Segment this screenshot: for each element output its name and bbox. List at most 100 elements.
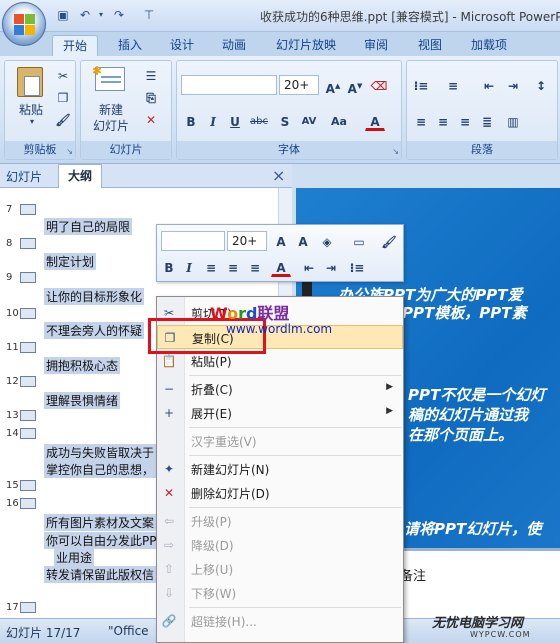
new-slide-label-2[interactable]: 幻灯片: [85, 117, 137, 134]
menu-item-reconvert[interactable]: 汉字重选(V): [157, 429, 403, 453]
mini-format-painter-icon[interactable]: 🖌: [379, 231, 399, 251]
paste-button[interactable]: 粘贴: [11, 101, 51, 118]
shrink-font-icon[interactable]: A▼: [345, 75, 365, 96]
paste-icon[interactable]: [17, 67, 43, 97]
outline-line[interactable]: 成功与失败皆取决于: [44, 444, 157, 461]
menu-item-demote[interactable]: ⇨ 降级(D): [157, 533, 403, 557]
mini-font-name-combo[interactable]: [161, 231, 225, 251]
mini-align-left-icon[interactable]: ≡: [201, 257, 221, 277]
mini-align-center-icon[interactable]: ≡: [223, 257, 243, 277]
menu-item-move-down[interactable]: ⇩ 下移(W): [157, 581, 403, 605]
tab-outline-pane[interactable]: 大纲: [58, 164, 102, 188]
redo-icon[interactable]: ↷: [110, 7, 128, 23]
paste-dropdown-icon[interactable]: ▾: [27, 117, 37, 126]
slide-icon[interactable]: [20, 480, 36, 491]
office-button[interactable]: [2, 2, 46, 46]
clipboard-launcher-icon[interactable]: ↘: [66, 147, 73, 156]
slide-icon[interactable]: [20, 498, 36, 509]
underline-icon[interactable]: U: [225, 111, 245, 131]
columns-icon[interactable]: ▥: [503, 111, 523, 131]
save-icon[interactable]: ▣: [54, 7, 72, 23]
menu-item-new-slide[interactable]: ✦ 新建幻灯片(N): [157, 457, 403, 481]
mini-font-color-icon[interactable]: A: [271, 257, 291, 277]
new-slide-icon[interactable]: ✱: [92, 64, 125, 91]
close-pane-icon[interactable]: ×: [272, 166, 285, 185]
menu-item-expand[interactable]: + 展开(E) ▶: [157, 401, 403, 425]
mini-line-color-icon[interactable]: ▭: [349, 231, 369, 251]
outline-line[interactable]: 业用途: [54, 549, 95, 566]
italic-icon[interactable]: I: [203, 111, 223, 131]
menu-item-promote[interactable]: ⇦ 升级(P): [157, 509, 403, 533]
slide-icon[interactable]: [20, 410, 36, 421]
copy-icon[interactable]: ❐: [53, 87, 73, 107]
font-launcher-icon[interactable]: ↘: [392, 147, 399, 156]
increase-indent-icon[interactable]: ⇥: [503, 75, 523, 95]
justify-icon[interactable]: ≣: [477, 111, 497, 131]
shadow-icon[interactable]: S: [275, 111, 295, 131]
tab-addins[interactable]: 加载项: [462, 35, 516, 56]
tab-insert[interactable]: 插入: [110, 35, 150, 56]
slide-icon[interactable]: [20, 376, 36, 387]
outline-line[interactable]: 转发请保留此版权信: [44, 566, 157, 583]
grow-font-icon[interactable]: A▲: [323, 75, 343, 96]
outline-line[interactable]: 不理会旁人的怀疑: [44, 322, 145, 339]
line-spacing-icon[interactable]: ↕: [531, 75, 551, 95]
tab-home[interactable]: 开始: [52, 35, 98, 56]
reset-slide-icon[interactable]: ⎘: [141, 87, 161, 107]
bold-icon[interactable]: B: [181, 111, 201, 131]
tab-slides-pane[interactable]: 幻灯片: [6, 168, 42, 185]
mini-italic-icon[interactable]: I: [179, 257, 199, 277]
align-left-icon[interactable]: ≡: [411, 111, 431, 131]
layout-icon[interactable]: ☰: [141, 65, 161, 85]
mini-decrease-indent-icon[interactable]: ⇤: [299, 257, 319, 277]
outline-line[interactable]: 拥抱积极心态: [44, 357, 121, 374]
menu-item-delete-slide[interactable]: ✕ 删除幻灯片(D): [157, 481, 403, 505]
align-center-icon[interactable]: ≡: [433, 111, 453, 131]
font-size-combo[interactable]: 20+: [279, 75, 319, 95]
cut-icon[interactable]: ✂: [53, 65, 73, 85]
outline-line[interactable]: 制定计划: [44, 253, 97, 270]
slide-icon[interactable]: [20, 272, 36, 283]
outline-line[interactable]: 你可以自由分发此PP: [44, 532, 159, 549]
slide-icon[interactable]: [20, 602, 36, 613]
numbering-icon[interactable]: ≡: [443, 75, 463, 95]
font-color-icon[interactable]: A: [365, 111, 385, 131]
align-right-icon[interactable]: ≡: [455, 111, 475, 131]
format-painter-icon[interactable]: 🖌: [53, 109, 73, 129]
tab-review[interactable]: 审阅: [356, 35, 396, 56]
outline-line[interactable]: 让你的目标形象化: [44, 288, 145, 305]
mini-font-size-combo[interactable]: 20+: [227, 231, 267, 251]
mini-fill-color-icon[interactable]: ◈: [317, 231, 337, 251]
mini-increase-indent-icon[interactable]: ⇥: [321, 257, 341, 277]
outline-line[interactable]: 明了自己的局限: [44, 218, 133, 235]
outline-line[interactable]: 所有图片素材及文案: [44, 514, 157, 531]
bullets-icon[interactable]: ⁝≡: [411, 75, 431, 95]
tab-slideshow[interactable]: 幻灯片放映: [270, 35, 342, 56]
font-name-combo[interactable]: [181, 75, 277, 95]
mini-align-right-icon[interactable]: ≡: [245, 257, 265, 277]
clear-format-icon[interactable]: ⌫: [369, 75, 389, 95]
char-spacing-icon[interactable]: AV: [299, 111, 319, 131]
undo-dropdown-icon[interactable]: ▾: [92, 7, 110, 23]
menu-item-collapse[interactable]: − 折叠(C) ▶: [157, 377, 403, 401]
tab-design[interactable]: 设计: [162, 35, 202, 56]
outline-line[interactable]: 理解畏惧情绪: [44, 392, 121, 409]
slide-icon[interactable]: [20, 428, 36, 439]
change-case-icon[interactable]: Aa: [329, 111, 349, 131]
tab-animations[interactable]: 动画: [214, 35, 254, 56]
slide-icon[interactable]: [20, 308, 36, 319]
new-slide-button[interactable]: 新建: [85, 101, 137, 118]
menu-item-hyperlink[interactable]: 🔗 超链接(H)...: [157, 609, 403, 633]
decrease-indent-icon[interactable]: ⇤: [479, 75, 499, 95]
delete-slide-icon[interactable]: ✕: [141, 109, 161, 129]
mini-bold-icon[interactable]: B: [159, 257, 179, 277]
mini-grow-font-icon[interactable]: A: [271, 231, 291, 251]
menu-item-move-up[interactable]: ⇧ 上移(U): [157, 557, 403, 581]
customize-quick-access-icon[interactable]: ⊤: [140, 7, 158, 23]
slide-icon[interactable]: [20, 342, 36, 353]
mini-bullets-icon[interactable]: ⁝≡: [347, 257, 367, 277]
outline-line[interactable]: 掌控你自己的思想，: [44, 461, 157, 478]
strikethrough-icon[interactable]: abc: [249, 111, 269, 131]
mini-shrink-font-icon[interactable]: A: [293, 231, 313, 251]
slide-icon[interactable]: [20, 238, 36, 249]
